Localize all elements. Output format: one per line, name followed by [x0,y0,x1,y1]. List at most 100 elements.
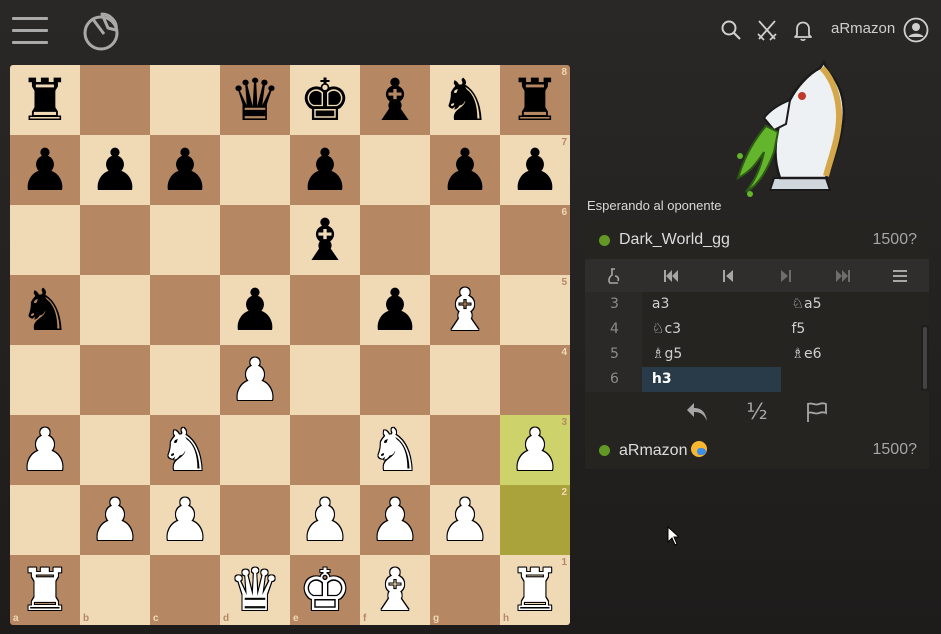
white-pawn-piece[interactable]: ♟ [229,351,281,409]
square-d7[interactable] [220,135,290,205]
white-move[interactable]: ♘c3 [642,317,782,342]
square-d3[interactable] [220,415,290,485]
square-c4[interactable] [150,345,220,415]
square-c6[interactable] [150,205,220,275]
menu-icon[interactable] [12,17,48,45]
white-bishop-piece[interactable]: ♝ [369,561,421,619]
square-g8[interactable]: ♞ [430,65,500,135]
black-rook-piece[interactable]: ♜ [509,71,561,129]
white-pawn-piece[interactable]: ♟ [19,421,71,479]
square-a8[interactable]: ♜ [10,65,80,135]
square-e7[interactable]: ♟ [290,135,360,205]
white-move[interactable]: a3 [642,292,782,317]
square-d4[interactable]: ♟ [220,345,290,415]
square-a7[interactable]: ♟ [10,135,80,205]
square-b7[interactable]: ♟ [80,135,150,205]
black-move[interactable]: f5 [781,317,921,342]
square-a4[interactable] [10,345,80,415]
square-h1[interactable]: ♜ 1 h [500,555,570,625]
white-pawn-piece[interactable]: ♟ [299,491,351,549]
square-h3[interactable]: ♟ 3 [500,415,570,485]
square-b4[interactable] [80,345,150,415]
square-h6[interactable]: 6 [500,205,570,275]
bell-icon[interactable] [792,18,814,42]
white-knight-piece[interactable]: ♞ [369,421,421,479]
square-a3[interactable]: ♟ [10,415,80,485]
square-g3[interactable] [430,415,500,485]
square-b8[interactable] [80,65,150,135]
white-rook-piece[interactable]: ♜ [509,561,561,619]
black-pawn-piece[interactable]: ♟ [229,281,281,339]
square-c2[interactable]: ♟ [150,485,220,555]
square-h2[interactable]: 2 [500,485,570,555]
square-d8[interactable]: ♛ [220,65,290,135]
move-list[interactable]: 3 a3 ♘a5 4 ♘c3 f5 5 ♗g5 ♗e6 6 h3 [585,292,929,392]
white-pawn-piece[interactable]: ♟ [439,491,491,549]
square-g6[interactable] [430,205,500,275]
square-a5[interactable]: ♞ [10,275,80,345]
square-c7[interactable]: ♟ [150,135,220,205]
square-f3[interactable]: ♞ [360,415,430,485]
black-bishop-piece[interactable]: ♝ [369,71,421,129]
square-h7[interactable]: ♟ 7 [500,135,570,205]
square-e4[interactable] [290,345,360,415]
chess-board[interactable]: ♜ ♛ ♚ ♝ ♞ ♜ 8 ♟ ♟ ♟ ♟ ♟ ♟ 7 ♝ 6 ♞ ♟ ♟ ♝ 5 ♟ 4 ♟ ♞ ♞ ♟ 3 ♟ ♟ ♟ ♟ ♟ 2 ♜ a b c ♛ d… [10,65,570,625]
white-move[interactable]: ♗g5 [642,342,782,367]
black-pawn-piece[interactable]: ♟ [369,281,421,339]
square-f7[interactable] [360,135,430,205]
square-d5[interactable]: ♟ [220,275,290,345]
square-e8[interactable]: ♚ [290,65,360,135]
black-pawn-piece[interactable]: ♟ [159,141,211,199]
square-a2[interactable] [10,485,80,555]
black-pawn-piece[interactable]: ♟ [509,141,561,199]
black-queen-piece[interactable]: ♛ [229,71,281,129]
black-bishop-piece[interactable]: ♝ [299,211,351,269]
square-a6[interactable] [10,205,80,275]
square-h5[interactable]: 5 [500,275,570,345]
black-knight-piece[interactable]: ♞ [19,281,71,339]
square-c1[interactable]: c [150,555,220,625]
white-pawn-piece[interactable]: ♟ [509,421,561,479]
scrollbar-thumb[interactable] [923,327,927,389]
white-queen-piece[interactable]: ♛ [229,561,281,619]
move-list-scrollbar[interactable] [921,325,929,391]
black-pawn-piece[interactable]: ♟ [299,141,351,199]
square-c8[interactable] [150,65,220,135]
black-move[interactable]: ♗e6 [781,342,921,367]
square-g4[interactable] [430,345,500,415]
square-f5[interactable]: ♟ [360,275,430,345]
first-move-icon[interactable] [642,259,699,292]
square-h8[interactable]: ♜ 8 [500,65,570,135]
prev-move-icon[interactable] [700,259,757,292]
black-pawn-piece[interactable]: ♟ [89,141,141,199]
square-g7[interactable]: ♟ [430,135,500,205]
black-rook-piece[interactable]: ♜ [19,71,71,129]
menu-icon[interactable] [872,259,929,292]
square-e3[interactable] [290,415,360,485]
square-c3[interactable]: ♞ [150,415,220,485]
white-bishop-piece[interactable]: ♝ [439,281,491,339]
white-rook-piece[interactable]: ♜ [19,561,71,619]
analysis-icon[interactable] [585,259,642,292]
square-b5[interactable] [80,275,150,345]
square-e2[interactable]: ♟ [290,485,360,555]
square-g2[interactable]: ♟ [430,485,500,555]
square-f1[interactable]: ♝ f [360,555,430,625]
player-name[interactable]: aRmazon [619,441,708,460]
resign-button[interactable] [797,395,837,429]
username-label[interactable]: aRmazon [831,20,895,37]
black-pawn-piece[interactable]: ♟ [439,141,491,199]
takeback-button[interactable] [677,395,717,429]
next-move-icon[interactable] [757,259,814,292]
offer-draw-button[interactable]: ½ [737,395,777,429]
square-f8[interactable]: ♝ [360,65,430,135]
square-d1[interactable]: ♛ d [220,555,290,625]
square-d6[interactable] [220,205,290,275]
black-knight-piece[interactable]: ♞ [439,71,491,129]
square-b1[interactable]: b [80,555,150,625]
square-g5[interactable]: ♝ [430,275,500,345]
black-move[interactable]: ♘a5 [781,292,921,317]
black-king-piece[interactable]: ♚ [299,71,351,129]
opponent-name[interactable]: Dark_World_gg [619,231,730,249]
swords-icon[interactable] [756,18,778,42]
